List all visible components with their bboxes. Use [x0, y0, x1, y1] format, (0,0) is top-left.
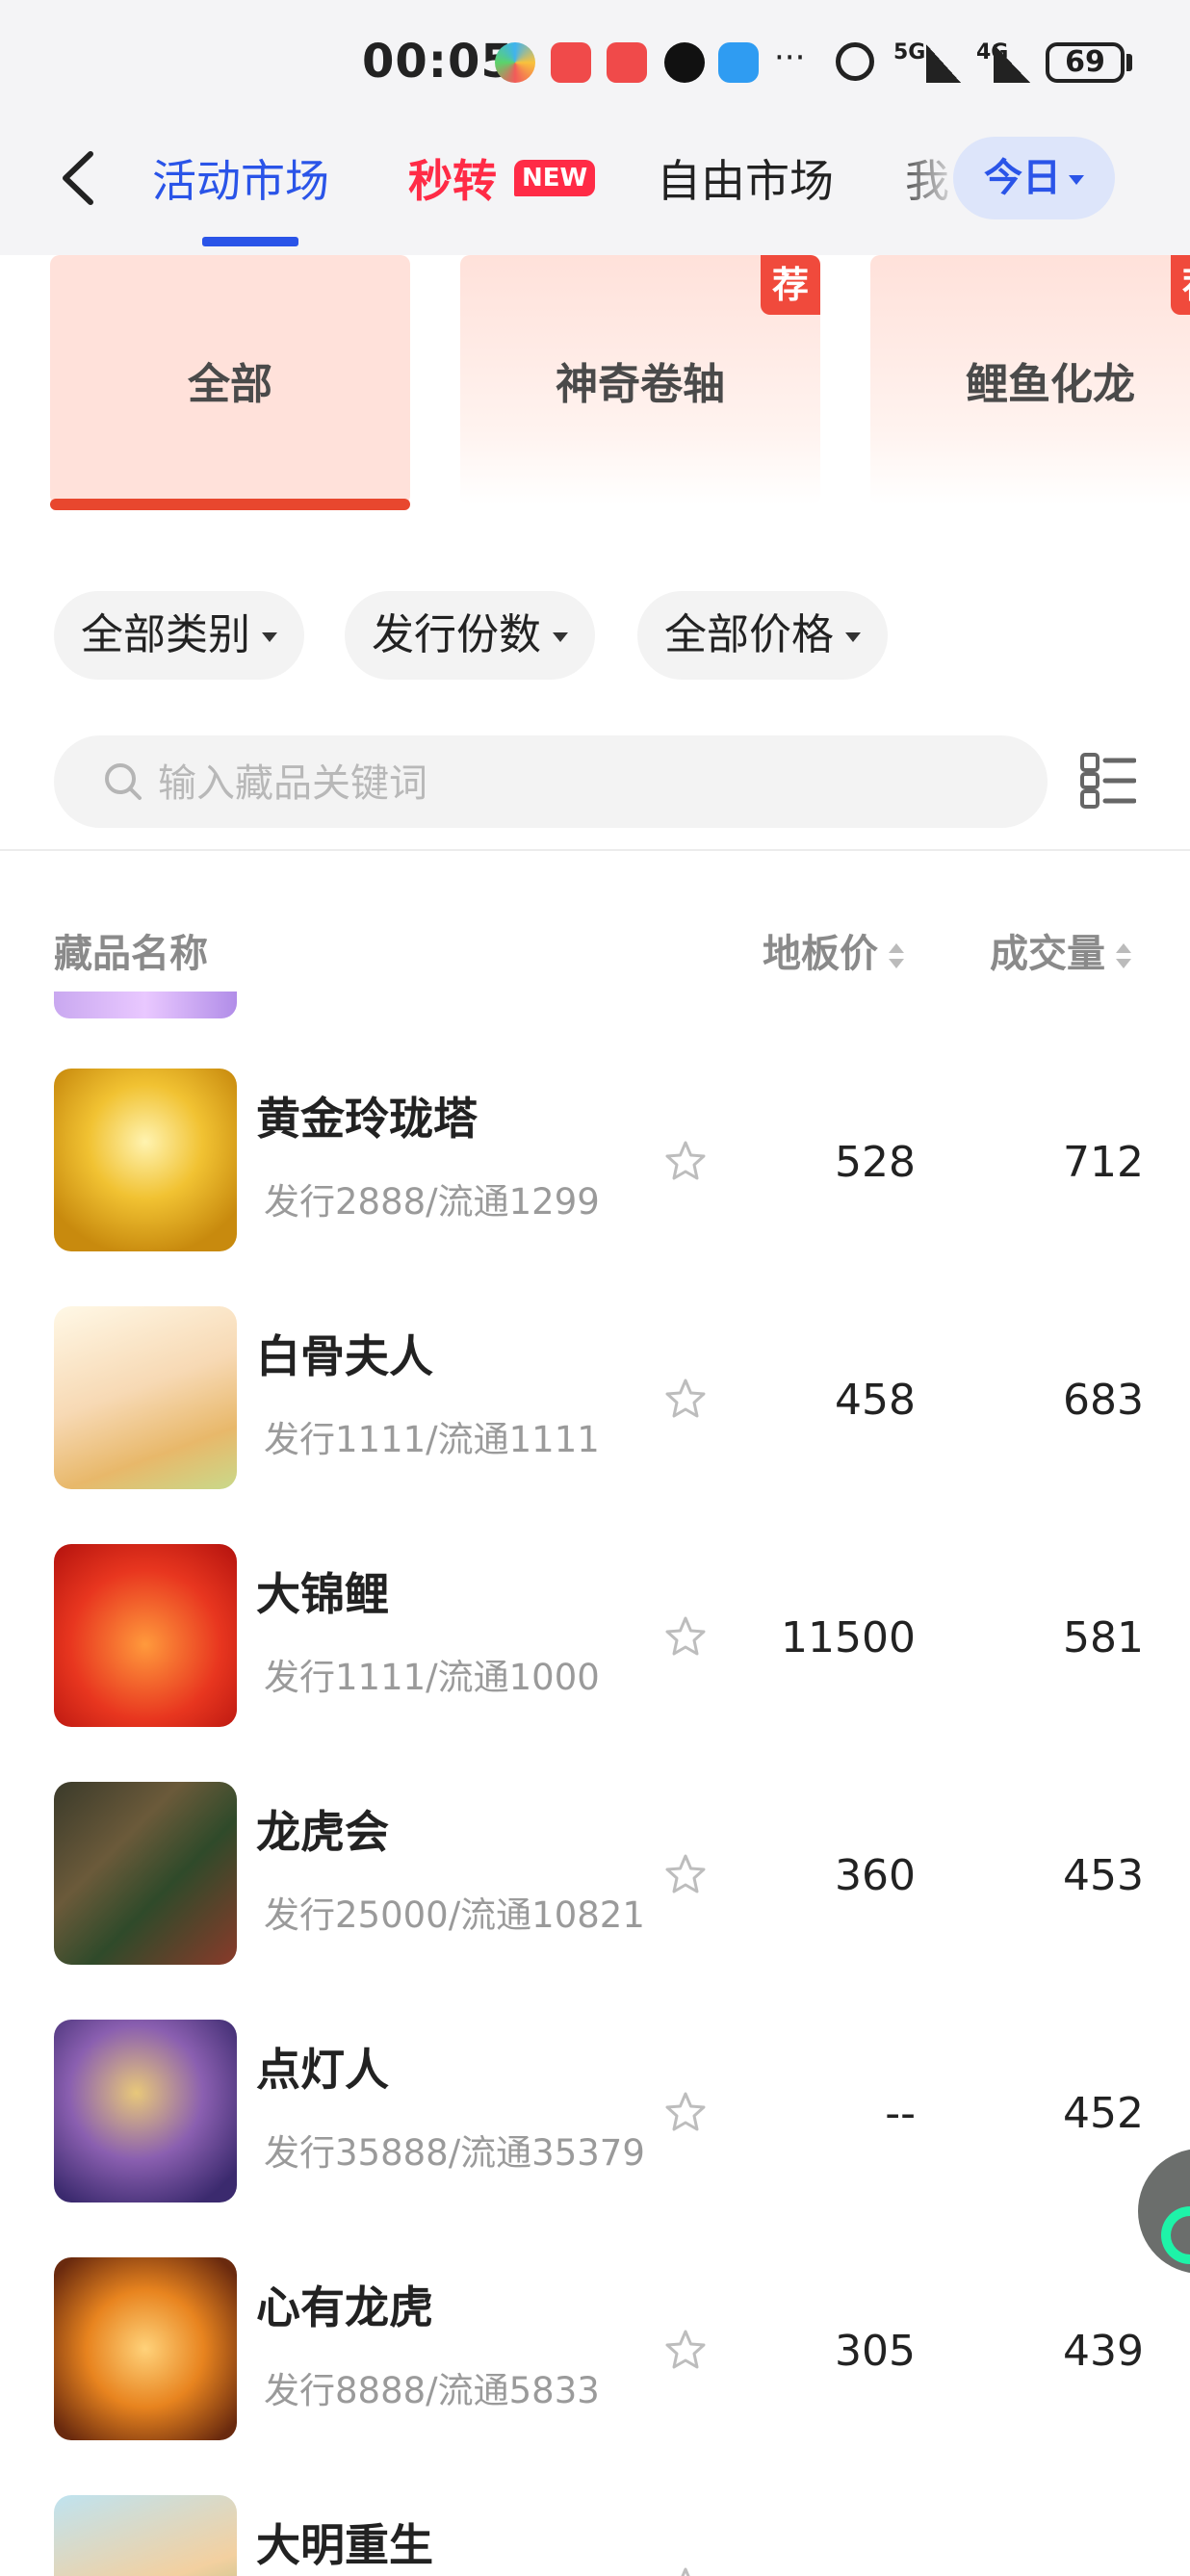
- sort-icon: [889, 943, 904, 968]
- chevron-down-icon: [262, 632, 277, 642]
- item-name: 心有龙虎: [256, 2281, 433, 2333]
- recommend-tag: 荐: [1171, 255, 1190, 315]
- status-time: 00:05: [362, 35, 514, 89]
- chevron-down-icon: [1069, 175, 1084, 185]
- search-icon: [105, 763, 142, 800]
- item-floor-price: 360: [835, 1851, 916, 1900]
- more-icon: ···: [774, 39, 806, 77]
- list-item[interactable]: 大锦鲤 发行1111/流通1000 11500 581: [0, 1467, 1190, 1727]
- filter-price[interactable]: 全部价格: [637, 591, 888, 680]
- category-label: 神奇卷轴: [556, 360, 725, 409]
- item-circulation: 发行35888/流通35379: [264, 2132, 645, 2174]
- item-circulation: 发行1111/流通1000: [264, 1657, 600, 1698]
- item-name: 黄金玲珑塔: [256, 1093, 478, 1145]
- item-volume: 581: [1063, 1613, 1144, 1662]
- star-icon[interactable]: [664, 1140, 707, 1182]
- item-thumbnail: [54, 2020, 237, 2202]
- item-floor-price: 11500: [781, 1613, 916, 1662]
- collectible-list: 黄金玲珑塔 发行2888/流通1299 528 712 白骨夫人 发行1111/…: [0, 992, 1190, 2576]
- battery-cap: [1126, 54, 1132, 71]
- item-name: 点灯人: [256, 2044, 389, 2096]
- alarm-icon: [836, 42, 874, 81]
- filter-label: 全部类别: [81, 610, 250, 659]
- new-badge: NEW: [514, 160, 596, 196]
- item-volume: 712: [1063, 1138, 1144, 1187]
- divider: [0, 849, 1190, 851]
- item-floor-price: --: [885, 2089, 916, 2138]
- column-label: 成交量: [990, 932, 1105, 976]
- list-item[interactable]: 点灯人 发行35888/流通35379 -- 452: [0, 1943, 1190, 2202]
- tab-activity-market[interactable]: 活动市场: [152, 146, 329, 210]
- list-item[interactable]: 龙虎会 发行25000/流通10821 360 453: [0, 1705, 1190, 1965]
- item-thumbnail: [54, 2257, 237, 2440]
- item-volume: 683: [1063, 1376, 1144, 1425]
- filter-label: 全部价格: [664, 610, 834, 659]
- sort-icon: [1116, 943, 1131, 968]
- item-circulation: 发行25000/流通10821: [264, 1894, 645, 1936]
- item-circulation: 发行2888/流通1299: [264, 1181, 600, 1223]
- star-icon[interactable]: [664, 2091, 707, 2133]
- list-item[interactable]: 大明重生: [0, 2418, 1190, 2576]
- star-icon[interactable]: [664, 2566, 707, 2576]
- filter-issue-count[interactable]: 发行份数: [345, 591, 595, 680]
- list-item[interactable]: 白骨夫人 发行1111/流通1111 458 683: [0, 1229, 1190, 1489]
- item-name: 龙虎会: [256, 1806, 389, 1858]
- back-arrow-icon[interactable]: [50, 144, 108, 212]
- item-volume: 439: [1063, 2327, 1144, 2376]
- signal-icon: [926, 44, 961, 83]
- nav-fade: [886, 135, 963, 231]
- item-thumbnail: [54, 2495, 237, 2576]
- message-icon: [718, 42, 759, 83]
- item-name: 大明重生: [256, 2519, 433, 2571]
- today-dropdown[interactable]: 今日: [953, 137, 1115, 219]
- star-icon[interactable]: [664, 1615, 707, 1658]
- list-view-icon[interactable]: [1080, 753, 1136, 809]
- qq-icon: [664, 42, 705, 83]
- column-header-name: 藏品名称: [54, 932, 208, 976]
- item-floor-price: 458: [835, 1376, 916, 1425]
- chevron-down-icon: [553, 632, 568, 642]
- app-notification-icon: [551, 42, 591, 83]
- category-label: 全部: [188, 360, 272, 409]
- category-active-underline: [50, 499, 410, 510]
- recommend-tag: 荐: [761, 255, 820, 315]
- item-circulation: 发行1111/流通1111: [264, 1419, 600, 1460]
- item-circulation: 发行8888/流通5833: [264, 2370, 600, 2411]
- item-thumbnail: [54, 1306, 237, 1489]
- item-volume: 452: [1063, 2089, 1144, 2138]
- star-icon[interactable]: [664, 1378, 707, 1420]
- category-card-all[interactable]: 全部: [50, 255, 410, 505]
- tab-free-market[interactable]: 自由市场: [657, 146, 834, 210]
- category-label: 鲤鱼化龙: [966, 360, 1135, 409]
- item-volume: 453: [1063, 1851, 1144, 1900]
- star-icon[interactable]: [664, 2329, 707, 2371]
- category-card-carp-dragon[interactable]: 鲤鱼化龙: [870, 255, 1190, 505]
- filter-label: 发行份数: [372, 610, 541, 659]
- item-thumbnail: [54, 1544, 237, 1727]
- tab-quick-transfer[interactable]: 秒转: [408, 146, 497, 210]
- filter-category[interactable]: 全部类别: [54, 591, 304, 680]
- list-item[interactable]: 黄金玲珑塔 发行2888/流通1299 528 712: [0, 992, 1190, 1251]
- chevron-down-icon: [845, 632, 861, 642]
- tab-active-underline: [202, 237, 298, 246]
- item-floor-price: 305: [835, 2327, 916, 2376]
- network-5g-label: 5G: [893, 40, 926, 64]
- item-floor-price: 528: [835, 1138, 916, 1187]
- battery-indicator: 69: [1046, 42, 1125, 83]
- column-header-volume[interactable]: 成交量: [990, 922, 1132, 978]
- search-input[interactable]: [158, 762, 928, 805]
- app-notification-icon: [607, 42, 647, 83]
- column-header-floor-price[interactable]: 地板价: [763, 922, 905, 978]
- item-thumbnail: [54, 1782, 237, 1965]
- today-label: 今日: [984, 156, 1061, 200]
- app-notification-icon: [495, 42, 535, 83]
- signal-icon: [994, 44, 1030, 83]
- item-thumbnail: [54, 1069, 237, 1251]
- item-name: 大锦鲤: [256, 1568, 389, 1620]
- item-name: 白骨夫人: [256, 1330, 433, 1382]
- list-item[interactable]: 心有龙虎 发行8888/流通5833 305 439: [0, 2180, 1190, 2440]
- star-icon[interactable]: [664, 1853, 707, 1895]
- column-label: 地板价: [763, 932, 878, 976]
